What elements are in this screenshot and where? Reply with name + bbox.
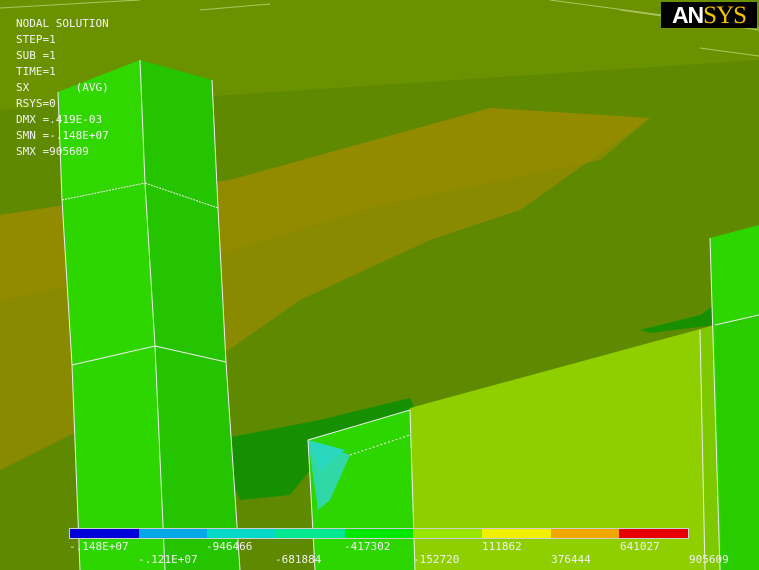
logo-secondary-text: SYS xyxy=(703,2,747,29)
legend-label: -152720 xyxy=(413,553,460,566)
model-view[interactable] xyxy=(0,0,759,570)
legend-band-3 xyxy=(207,529,277,538)
info-title: NODAL SOLUTION xyxy=(16,17,109,30)
legend-label: -946466 xyxy=(206,540,253,553)
legend-band-8 xyxy=(550,529,620,538)
legend-label: 641027 xyxy=(620,540,660,553)
info-result-type: SX (AVG) xyxy=(16,81,109,94)
legend-band-6 xyxy=(413,529,483,538)
info-step: STEP=1 xyxy=(16,33,56,46)
legend-label: 376444 xyxy=(551,553,591,566)
logo-primary-text: AN xyxy=(671,2,704,28)
info-substep: SUB =1 xyxy=(16,49,56,62)
legend-label: 905609 xyxy=(689,553,729,566)
legend-label: -.121E+07 xyxy=(138,553,198,566)
legend-label: 111862 xyxy=(482,540,522,553)
column-left-mid-face xyxy=(62,183,155,365)
info-smn: SMN =-.148E+07 xyxy=(16,129,109,142)
column-left-mid-side xyxy=(145,183,226,362)
contour-legend-bar xyxy=(69,528,689,539)
graphics-viewport[interactable]: NODAL SOLUTION STEP=1 SUB =1 TIME=1 SX (… xyxy=(0,0,759,570)
legend-band-1 xyxy=(70,529,139,538)
legend-band-7 xyxy=(482,529,551,538)
ansys-logo: ANSYS xyxy=(661,2,757,29)
column-right-lower xyxy=(715,315,759,570)
legend-label: -681884 xyxy=(275,553,322,566)
info-dmx: DMX =.419E-03 xyxy=(16,113,103,126)
solution-info-panel: NODAL SOLUTION STEP=1 SUB =1 TIME=1 SX (… xyxy=(16,16,109,160)
legend-band-2 xyxy=(138,529,208,538)
info-rsys: RSYS=0 xyxy=(16,97,56,110)
info-smx: SMX =905609 xyxy=(16,145,89,158)
legend-band-4 xyxy=(276,529,345,538)
legend-label: -.148E+07 xyxy=(69,540,129,553)
legend-label: -417302 xyxy=(344,540,391,553)
legend-band-5 xyxy=(344,529,414,538)
legend-band-9 xyxy=(619,529,689,538)
info-time: TIME=1 xyxy=(16,65,56,78)
